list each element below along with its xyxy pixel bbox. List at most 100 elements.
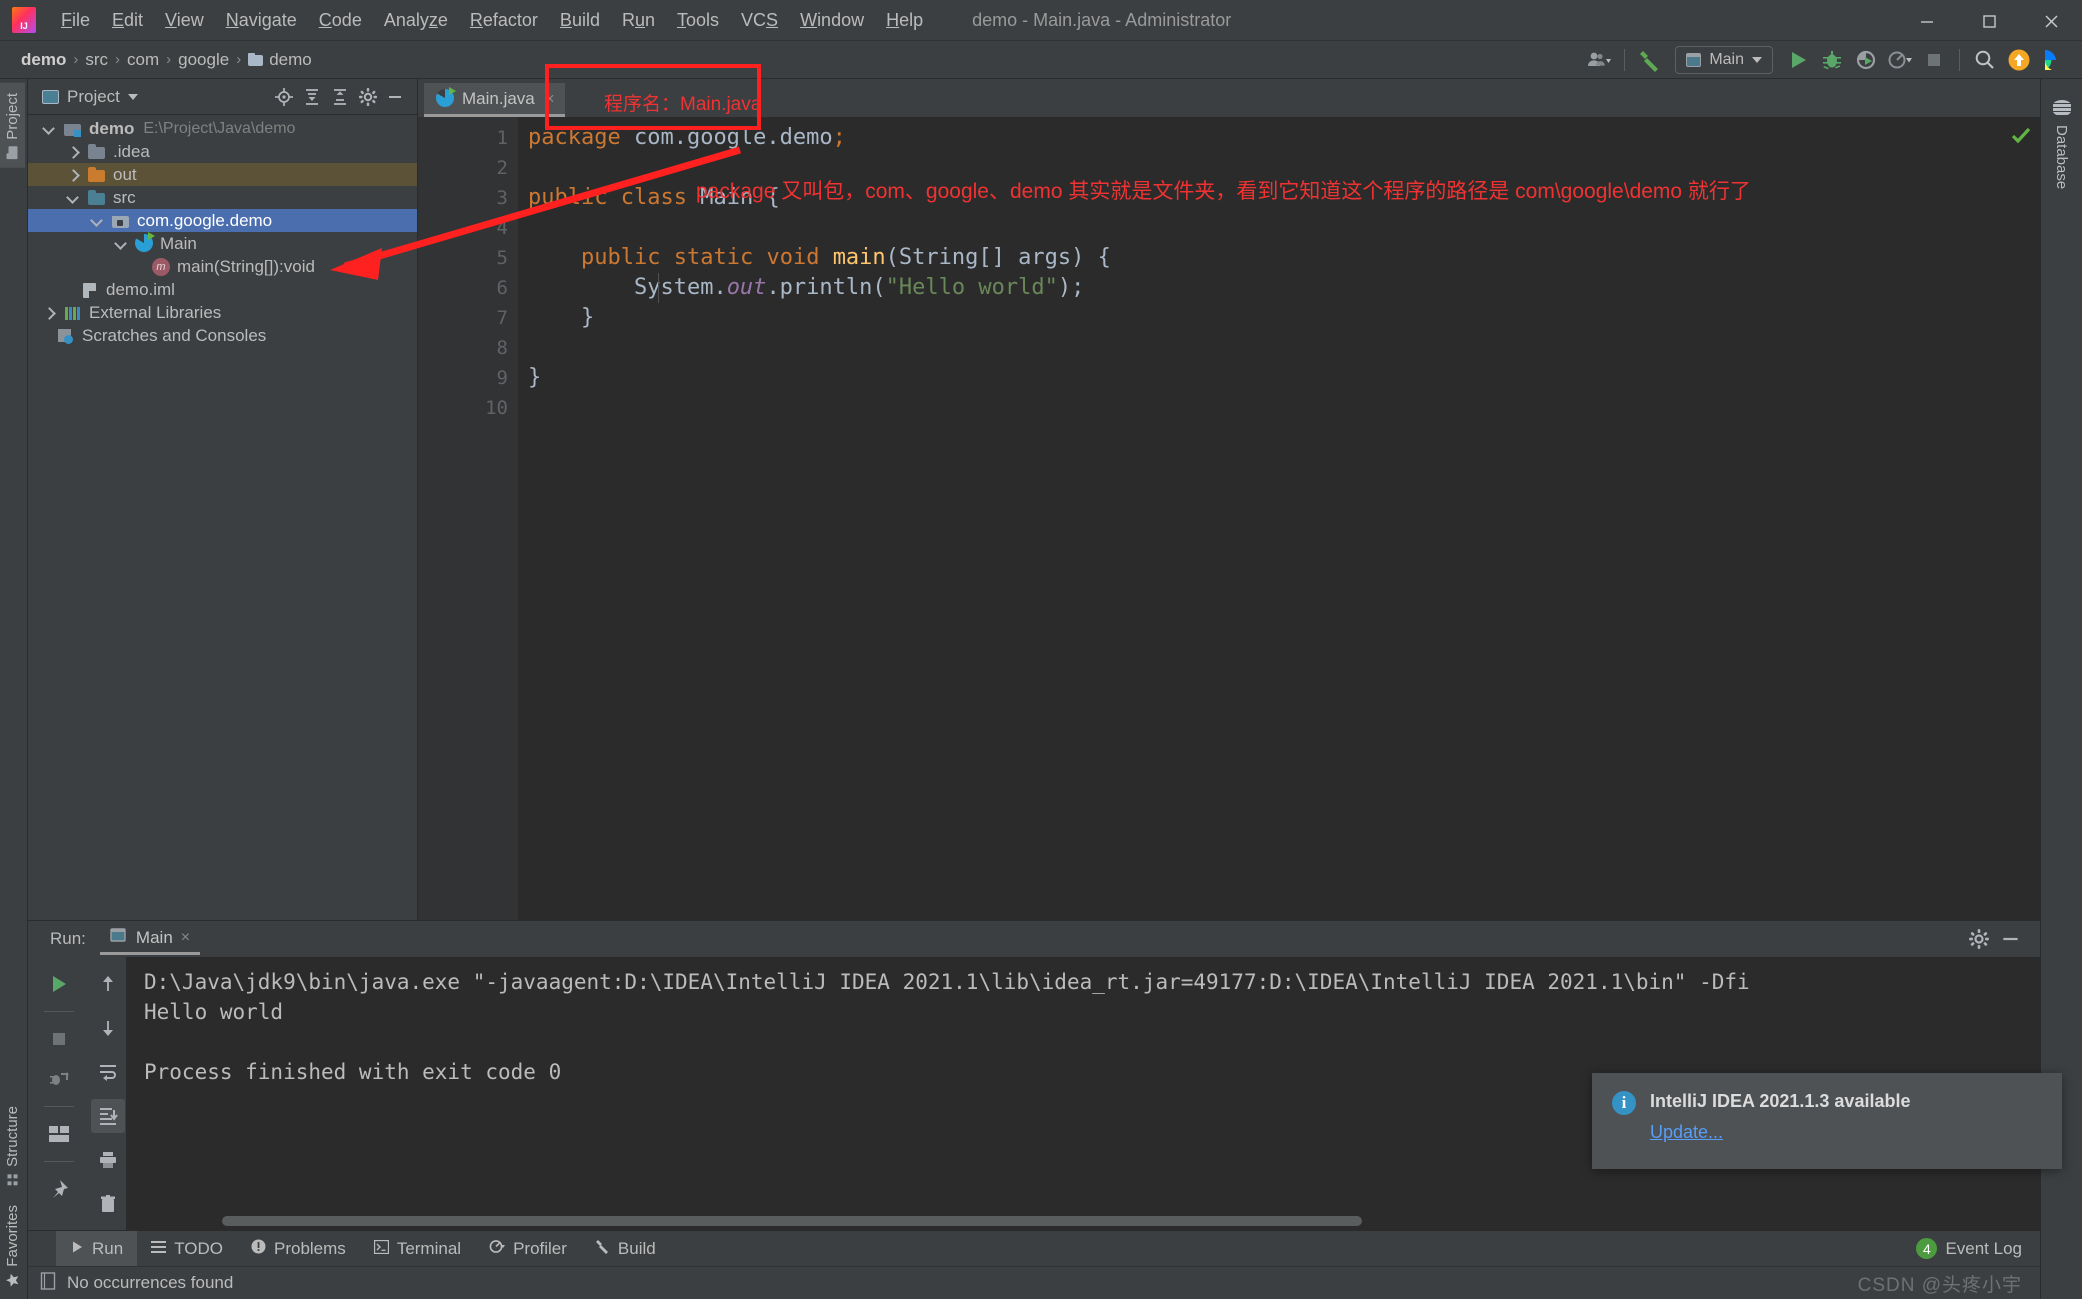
event-log-button[interactable]: 4 Event Log <box>1916 1238 2022 1259</box>
tree-node-main-class[interactable]: Main <box>28 232 417 255</box>
menu-bar: File Edit View Navigate Code Analyze Ref… <box>50 0 934 40</box>
tree-node-scratches[interactable]: Scratches and Consoles <box>28 324 417 347</box>
menu-help[interactable]: Help <box>875 7 934 34</box>
tree-node-main-method[interactable]: m main(String[]):void <box>28 255 417 278</box>
collapse-all-icon[interactable] <box>327 84 353 110</box>
editor-inspection-gutter[interactable] <box>2004 117 2040 920</box>
breadcrumb-demo[interactable]: demo <box>16 48 71 72</box>
up-icon[interactable] <box>91 967 125 1001</box>
chevron-down-icon[interactable] <box>114 237 128 251</box>
menu-view[interactable]: View <box>154 7 215 34</box>
chevron-right-icon[interactable] <box>66 145 80 159</box>
clear-all-icon[interactable] <box>91 1187 125 1221</box>
menu-navigate[interactable]: Navigate <box>215 7 308 34</box>
run-icon[interactable] <box>1783 45 1813 75</box>
bottom-tab-build[interactable]: Build <box>581 1231 670 1267</box>
project-panel-title-group[interactable]: Project <box>42 87 138 107</box>
menu-build[interactable]: Build <box>549 7 611 34</box>
chevron-down-icon[interactable] <box>66 191 80 205</box>
menu-code[interactable]: Code <box>308 7 373 34</box>
run-with-coverage-icon[interactable] <box>1851 45 1881 75</box>
method-icon: m <box>152 258 170 276</box>
tree-node-label: src <box>113 188 136 208</box>
soft-wrap-icon[interactable] <box>91 1055 125 1089</box>
minimize-button[interactable] <box>1896 0 1958 41</box>
layout-icon[interactable] <box>42 1117 76 1151</box>
breadcrumb-google[interactable]: google <box>173 48 234 72</box>
debug-icon[interactable] <box>1817 45 1847 75</box>
chevron-down-icon[interactable] <box>90 214 104 228</box>
bottom-tab-terminal[interactable]: Terminal <box>360 1231 475 1267</box>
gear-icon[interactable] <box>1966 926 1992 952</box>
menu-file[interactable]: File <box>50 7 101 34</box>
update-link[interactable]: Update... <box>1650 1122 1723 1143</box>
chevron-down-icon[interactable] <box>42 122 56 136</box>
menu-vcs[interactable]: VCS <box>730 7 789 34</box>
menu-analyze[interactable]: Analyze <box>373 7 459 34</box>
run-configuration-selector[interactable]: Main <box>1675 46 1773 74</box>
breadcrumb-demo-folder[interactable]: demo <box>243 48 317 72</box>
rerun-icon[interactable] <box>42 967 76 1001</box>
print-icon[interactable] <box>91 1143 125 1177</box>
search-everywhere-icon[interactable] <box>1970 45 2000 75</box>
menu-window[interactable]: Window <box>789 7 875 34</box>
editor-tab-main-java[interactable]: Main.java × <box>424 83 565 117</box>
close-icon[interactable]: × <box>181 929 190 947</box>
scroll-to-end-icon[interactable] <box>91 1099 125 1133</box>
breadcrumb-src[interactable]: src <box>80 48 113 72</box>
tree-node-demo-iml[interactable]: demo.iml <box>28 278 417 301</box>
run-icon <box>70 1239 84 1259</box>
bottom-tab-run[interactable]: Run <box>56 1231 137 1267</box>
sidebar-item-structure[interactable]: Structure <box>0 1096 25 1195</box>
console-horizontal-scrollbar[interactable] <box>126 1216 2040 1226</box>
menu-tools[interactable]: Tools <box>666 7 730 34</box>
code-line-5: public static void main(String[] args) { <box>518 243 2004 273</box>
pin-icon[interactable] <box>42 1172 76 1206</box>
menu-run[interactable]: Run <box>611 7 666 34</box>
sidebar-item-database[interactable]: Database <box>2051 93 2073 195</box>
tree-node-src[interactable]: src <box>28 186 417 209</box>
close-button[interactable] <box>2020 0 2082 41</box>
tree-node-out[interactable]: out <box>28 163 417 186</box>
bottom-tab-problems[interactable]: Problems <box>237 1231 360 1267</box>
notification-popup[interactable]: i IntelliJ IDEA 2021.1.3 available Updat… <box>1592 1073 2062 1169</box>
editor-tab-label: Main.java <box>462 89 535 109</box>
toolbox-icon[interactable] <box>2038 45 2068 75</box>
menu-edit[interactable]: Edit <box>101 7 154 34</box>
run-tab-main[interactable]: Main × <box>100 923 200 955</box>
editor-gutter[interactable]: 1 2 3 4 5 6 7 8 9 10 <box>418 117 518 920</box>
tree-node-idea[interactable]: .idea <box>28 140 417 163</box>
locate-icon[interactable] <box>271 84 297 110</box>
statement-end: ); <box>1058 275 1085 300</box>
tree-node-com-google-demo[interactable]: com.google.demo <box>28 209 417 232</box>
user-settings-icon[interactable] <box>1584 45 1614 75</box>
tree-node-demo[interactable]: demo E:\Project\Java\demo <box>28 117 417 140</box>
scrollbar-thumb[interactable] <box>222 1216 1362 1226</box>
expand-all-icon[interactable] <box>299 84 325 110</box>
stop-icon[interactable] <box>1919 45 1949 75</box>
sidebar-item-project[interactable]: Project <box>0 83 25 168</box>
tree-node-external-libraries[interactable]: External Libraries <box>28 301 417 324</box>
update-available-icon[interactable] <box>2004 45 2034 75</box>
chevron-right-icon[interactable] <box>66 168 80 182</box>
chevron-down-icon[interactable] <box>128 94 138 100</box>
maximize-button[interactable] <box>1958 0 2020 41</box>
close-icon[interactable]: × <box>543 89 555 109</box>
sidebar-item-favorites[interactable]: Favorites <box>0 1195 25 1297</box>
chevron-right-icon[interactable] <box>42 306 56 320</box>
breadcrumb-com[interactable]: com <box>122 48 164 72</box>
build-hammer-icon[interactable] <box>1635 45 1665 75</box>
bottom-tab-profiler[interactable]: Profiler <box>475 1231 581 1267</box>
thread-dump-icon[interactable] <box>42 1062 76 1096</box>
code-editor[interactable]: package com.google.demo; public class Ma… <box>518 117 2004 920</box>
stop-icon[interactable] <box>42 1022 76 1056</box>
menu-refactor[interactable]: Refactor <box>459 7 549 34</box>
bottom-tab-todo[interactable]: TODO <box>137 1231 237 1267</box>
code-line-8 <box>518 333 2004 363</box>
profiler-icon[interactable] <box>1885 45 1915 75</box>
hide-icon[interactable] <box>1998 926 2024 952</box>
down-icon[interactable] <box>91 1011 125 1045</box>
project-panel-header: Project <box>28 79 417 115</box>
gear-icon[interactable] <box>355 84 381 110</box>
hide-icon[interactable] <box>383 84 409 110</box>
